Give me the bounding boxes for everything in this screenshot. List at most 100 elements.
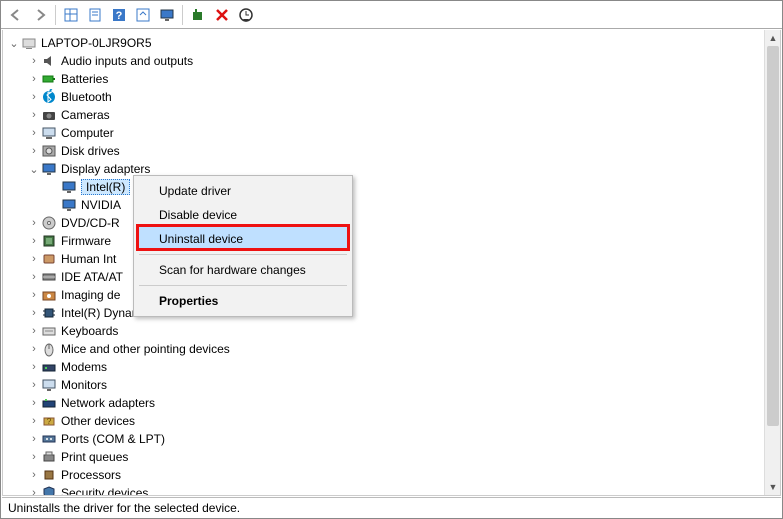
tree-item-label: Disk drives (61, 144, 126, 158)
chevron-down-icon[interactable]: ⌄ (27, 163, 41, 176)
tree-item-label: Mice and other pointing devices (61, 342, 236, 356)
tree-item-label: DVD/CD-R (61, 216, 126, 230)
category-keyboard[interactable]: ›Keyboards (3, 322, 764, 340)
category-security[interactable]: › Security devices (3, 484, 764, 495)
uninstall-button[interactable] (211, 4, 233, 26)
svg-text:?: ? (47, 417, 52, 426)
chevron-right-icon[interactable]: › (27, 127, 41, 139)
help-button[interactable]: ? (108, 4, 130, 26)
chevron-right-icon[interactable]: › (27, 271, 41, 283)
firmware-icon (41, 233, 57, 249)
menu-separator (139, 254, 347, 255)
chevron-right-icon[interactable]: › (27, 55, 41, 67)
chevron-right-icon[interactable]: › (27, 73, 41, 85)
keyboard-icon (41, 323, 57, 339)
speaker-icon (41, 53, 57, 69)
printer-icon (41, 449, 57, 465)
chevron-right-icon[interactable]: › (27, 253, 41, 265)
camera-icon (41, 107, 57, 123)
chevron-right-icon[interactable]: › (27, 307, 41, 319)
category-mouse[interactable]: › Mice and other pointing devices (3, 340, 764, 358)
context-menu: Update driverDisable deviceUninstall dev… (133, 175, 353, 317)
tree-item-label: Network adapters (61, 396, 161, 410)
chevron-right-icon[interactable]: › (27, 325, 41, 337)
tree-item-label: Bluetooth (61, 90, 118, 104)
menu-item-scan-for-hardware-changes[interactable]: Scan for hardware changes (137, 258, 349, 282)
category-display[interactable]: ⌄Display adapters (3, 160, 764, 178)
category-chip[interactable]: ›Intel(R) Dynamic Platform and Thermal F… (3, 304, 764, 322)
chevron-right-icon[interactable]: › (27, 235, 41, 247)
tree-item-label: Firmware (61, 234, 117, 248)
properties-button[interactable] (84, 4, 106, 26)
tree-item-label: Other devices (61, 414, 141, 428)
scroll-up-button[interactable]: ▲ (765, 30, 781, 46)
chevron-right-icon[interactable]: › (27, 415, 41, 427)
disk-icon (41, 143, 57, 159)
tree-item-label: Security devices (61, 486, 154, 495)
chevron-right-icon[interactable]: › (27, 343, 41, 355)
menu-item-disable-device[interactable]: Disable device (137, 203, 349, 227)
back-icon (8, 7, 24, 23)
forward-button[interactable] (29, 4, 51, 26)
device-item[interactable]: Intel(R) (3, 178, 764, 196)
root-node[interactable]: ⌄LAPTOP-0LJR9OR5 (3, 34, 764, 52)
back-button[interactable] (5, 4, 27, 26)
category-network[interactable]: › Network adapters (3, 394, 764, 412)
category-dvd[interactable]: › DVD/CD-R (3, 214, 764, 232)
vertical-scrollbar[interactable]: ▲ ▼ (764, 30, 780, 495)
category-monitor[interactable]: › Monitors (3, 376, 764, 394)
tree-item-label: Monitors (61, 378, 113, 392)
menu-item-uninstall-device[interactable]: Uninstall device (137, 227, 349, 251)
chevron-right-icon[interactable]: › (27, 397, 41, 409)
category-modem[interactable]: ›Modems (3, 358, 764, 376)
scan-button[interactable] (235, 4, 257, 26)
category-cpu[interactable]: ›Processors (3, 466, 764, 484)
add-hardware-icon (190, 7, 206, 23)
chevron-right-icon[interactable]: › (27, 109, 41, 121)
chevron-right-icon[interactable]: › (27, 487, 41, 495)
forward-icon (32, 7, 48, 23)
scroll-down-button[interactable]: ▼ (765, 479, 781, 495)
other-icon: ? (41, 413, 57, 429)
category-camera[interactable]: ›Cameras (3, 106, 764, 124)
chevron-right-icon[interactable]: › (27, 433, 41, 445)
device-item[interactable]: NVIDIA (3, 196, 764, 214)
computer-icon (41, 125, 57, 141)
chevron-down-icon[interactable]: ⌄ (7, 37, 21, 50)
category-ide[interactable]: › IDE ATA/AT (3, 268, 764, 286)
update-driver-button[interactable] (132, 4, 154, 26)
scroll-thumb[interactable] (767, 46, 779, 426)
monitor-button[interactable] (156, 4, 178, 26)
chevron-right-icon[interactable]: › (27, 289, 41, 301)
category-disk[interactable]: › Disk drives (3, 142, 764, 160)
category-printer[interactable]: ›Print queues (3, 448, 764, 466)
chevron-right-icon[interactable]: › (27, 217, 41, 229)
chevron-right-icon[interactable]: › (27, 91, 41, 103)
network-icon (41, 395, 57, 411)
tree-item-label: IDE ATA/AT (61, 270, 129, 284)
category-port[interactable]: ›Ports (COM & LPT) (3, 430, 764, 448)
category-speaker[interactable]: ›Audio inputs and outputs (3, 52, 764, 70)
tree-item-label: Computer (61, 126, 120, 140)
chevron-right-icon[interactable]: › (27, 145, 41, 157)
menu-item-update-driver[interactable]: Update driver (137, 179, 349, 203)
display-icon (61, 197, 77, 213)
imaging-icon (41, 287, 57, 303)
category-imaging[interactable]: ›Imaging de (3, 286, 764, 304)
category-firmware[interactable]: › Firmware (3, 232, 764, 250)
category-battery[interactable]: ›Batteries (3, 70, 764, 88)
device-tree[interactable]: ⌄LAPTOP-0LJR9OR5›Audio inputs and output… (3, 30, 764, 495)
menu-item-properties[interactable]: Properties (137, 289, 349, 313)
chevron-right-icon[interactable]: › (27, 451, 41, 463)
add-legacy-button[interactable] (187, 4, 209, 26)
category-computer[interactable]: › Computer (3, 124, 764, 142)
show-hidden-button[interactable] (60, 4, 82, 26)
category-other[interactable]: ›? Other devices (3, 412, 764, 430)
category-hid[interactable]: ›Human Int (3, 250, 764, 268)
root-icon (21, 35, 37, 51)
chevron-right-icon[interactable]: › (27, 361, 41, 373)
category-bluetooth[interactable]: › Bluetooth (3, 88, 764, 106)
chevron-right-icon[interactable]: › (27, 469, 41, 481)
modem-icon (41, 359, 57, 375)
chevron-right-icon[interactable]: › (27, 379, 41, 391)
